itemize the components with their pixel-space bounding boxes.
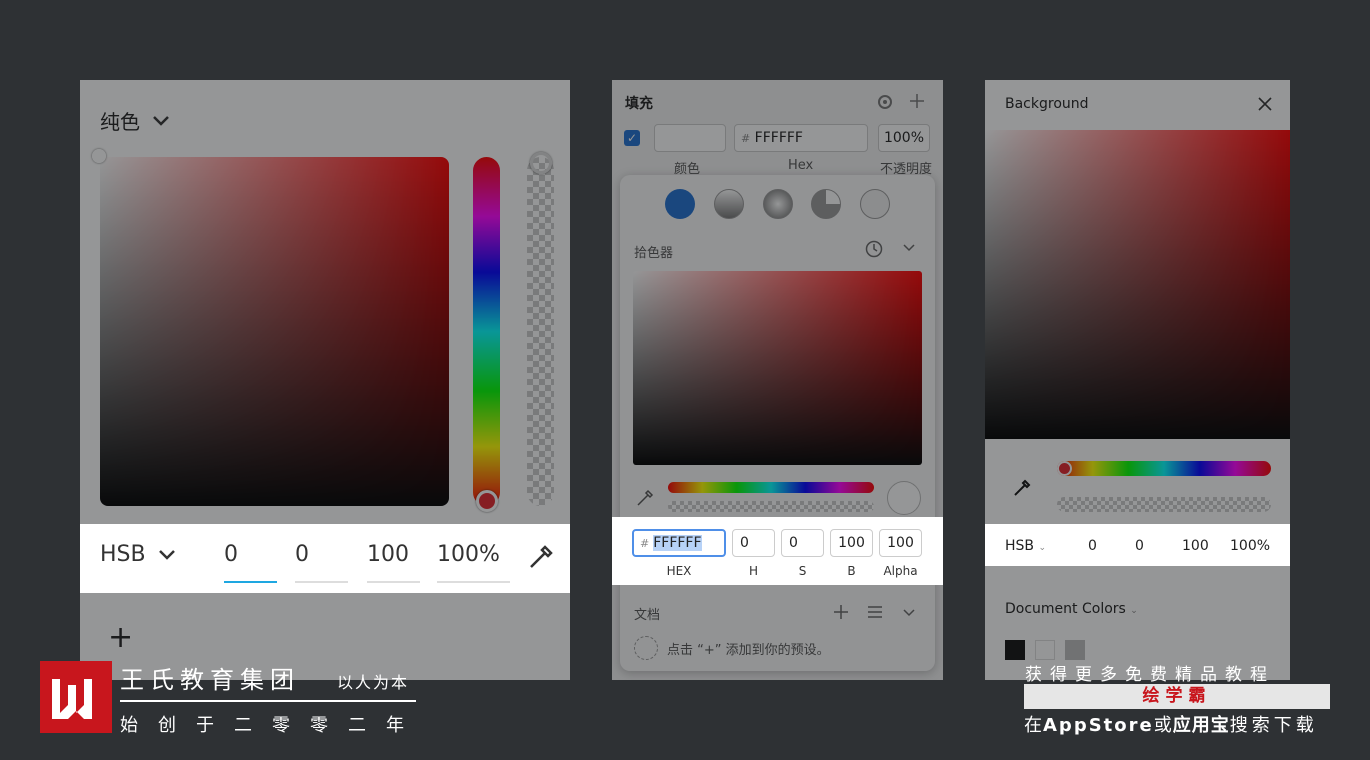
picker-label: 拾色器: [634, 246, 674, 261]
brand-divider: [120, 700, 416, 702]
color-preview-swatch: [887, 481, 921, 515]
hex-prefix: #: [640, 536, 650, 550]
color-well[interactable]: [654, 124, 726, 152]
document-color-swatch[interactable]: [1065, 640, 1085, 660]
fill-section-title: 填充: [625, 96, 653, 112]
document-colors-label[interactable]: Document Colors ⌄: [1005, 601, 1138, 617]
hex-input-value: FFFFFF: [653, 535, 702, 551]
fill-mode-selector[interactable]: 纯色: [100, 106, 170, 135]
eyedropper-icon[interactable]: [525, 540, 555, 572]
alpha-handle[interactable]: [530, 152, 552, 174]
sv-handle[interactable]: [92, 149, 106, 163]
promo-app-name: 绘学霸: [1024, 684, 1330, 709]
hue-handle[interactable]: [476, 490, 498, 512]
plus-icon[interactable]: [833, 604, 849, 620]
hex-field[interactable]: # FFFFFF: [734, 124, 868, 152]
opacity-input[interactable]: 100%: [437, 542, 507, 567]
saturation-input[interactable]: 0: [295, 542, 325, 567]
promo-line-1: 获得更多免费精品教程: [1025, 665, 1275, 685]
b-input[interactable]: 100: [830, 529, 873, 557]
document-color-swatch[interactable]: [1035, 640, 1055, 660]
brightness-input-underline: [367, 581, 420, 583]
eyedropper-icon[interactable]: [1011, 476, 1033, 498]
document-color-swatch[interactable]: [1005, 640, 1025, 660]
hue-handle[interactable]: [1057, 461, 1072, 476]
eyedropper-icon[interactable]: [634, 486, 656, 508]
fill-enabled-checkbox[interactable]: ✓: [624, 130, 640, 146]
opacity-input-underline: [437, 581, 510, 583]
list-icon[interactable]: [867, 605, 883, 619]
chevron-down-icon: [158, 549, 175, 560]
color-format-label: HSB: [1005, 538, 1035, 554]
alpha-slider[interactable]: [1057, 497, 1271, 512]
hex-input-label: HEX: [666, 564, 692, 578]
opacity-input[interactable]: 100%: [1230, 538, 1270, 554]
hex-value: FFFFFF: [754, 130, 803, 146]
radial-gradient-icon[interactable]: [763, 189, 793, 219]
chevron-down-icon: ⌄: [1130, 606, 1138, 616]
background-color-panel: Background HSB ⌄ 0 0 100 100% Document C…: [985, 80, 1290, 680]
chevron-down-icon: ⌄: [1038, 543, 1047, 553]
fill-picker-panel: 填充 ✓ # FFFFFF 100% 颜色 Hex 不透明度 拾色器 # FFF…: [612, 80, 943, 680]
saturation-brightness-field[interactable]: [100, 157, 449, 506]
plus-icon[interactable]: [909, 93, 925, 109]
company-motto: 以人为本: [337, 673, 410, 692]
clock-icon[interactable]: [865, 240, 883, 258]
hue-input[interactable]: 0: [1088, 538, 1097, 554]
hue-slider[interactable]: [1057, 461, 1271, 476]
presets-hint: 点击 “+” 添加到你的预设。: [667, 643, 830, 658]
brightness-input[interactable]: 100: [1182, 538, 1209, 554]
hex-input[interactable]: # FFFFFF: [632, 529, 726, 557]
saturation-brightness-field[interactable]: [633, 271, 922, 465]
hue-slider[interactable]: [473, 157, 500, 506]
b-input-label: B: [847, 564, 856, 578]
h-input[interactable]: 0: [732, 529, 775, 557]
image-fill-icon[interactable]: [860, 189, 890, 219]
color-format-label: HSB: [100, 542, 146, 567]
add-color-button[interactable]: +: [108, 620, 133, 655]
panel-title: Background: [1005, 96, 1089, 112]
hex-label: Hex: [788, 158, 814, 173]
empty-preset-slot[interactable]: [634, 636, 658, 660]
founded-line: 始创于二零零二年: [120, 715, 424, 736]
gear-icon[interactable]: [876, 93, 894, 111]
chevron-down-icon[interactable]: [902, 243, 916, 253]
alpha-input-label: Alpha: [883, 564, 918, 578]
document-swatches-label[interactable]: 文档: [634, 604, 660, 623]
color-picker-panel-solid: 纯色 HSB 0 0 100 100% +: [80, 80, 570, 680]
chevron-down-icon: [153, 115, 169, 126]
s-input-label: S: [798, 564, 807, 578]
saturation-input-underline: [295, 581, 348, 583]
company-logo: [40, 661, 112, 733]
chevron-down-icon[interactable]: [902, 608, 916, 618]
hue-input-underline: [224, 581, 277, 583]
close-icon[interactable]: [1258, 97, 1272, 111]
linear-gradient-icon[interactable]: [714, 189, 744, 219]
alpha-slider[interactable]: [527, 157, 554, 506]
alpha-slider[interactable]: [668, 501, 874, 512]
hue-slider[interactable]: [668, 482, 874, 493]
angular-gradient-icon[interactable]: [811, 189, 841, 219]
h-input-label: H: [748, 564, 759, 578]
saturation-brightness-field[interactable]: [985, 130, 1290, 439]
company-name: 王氏教育集团: [120, 666, 300, 694]
fill-mode-label: 纯色: [100, 110, 140, 134]
hue-input[interactable]: 0: [224, 542, 254, 567]
saturation-input[interactable]: 0: [1135, 538, 1144, 554]
color-format-selector[interactable]: HSB: [100, 542, 176, 567]
opacity-field[interactable]: 100%: [878, 124, 930, 152]
s-input[interactable]: 0: [781, 529, 824, 557]
promo-line-2: 在AppStore或应用宝搜索下载: [1024, 715, 1318, 736]
brightness-input[interactable]: 100: [367, 542, 417, 567]
solid-fill-icon[interactable]: [665, 189, 695, 219]
alpha-input[interactable]: 100: [879, 529, 922, 557]
color-format-selector[interactable]: HSB ⌄: [1005, 538, 1046, 554]
hex-prefix: #: [741, 132, 751, 145]
